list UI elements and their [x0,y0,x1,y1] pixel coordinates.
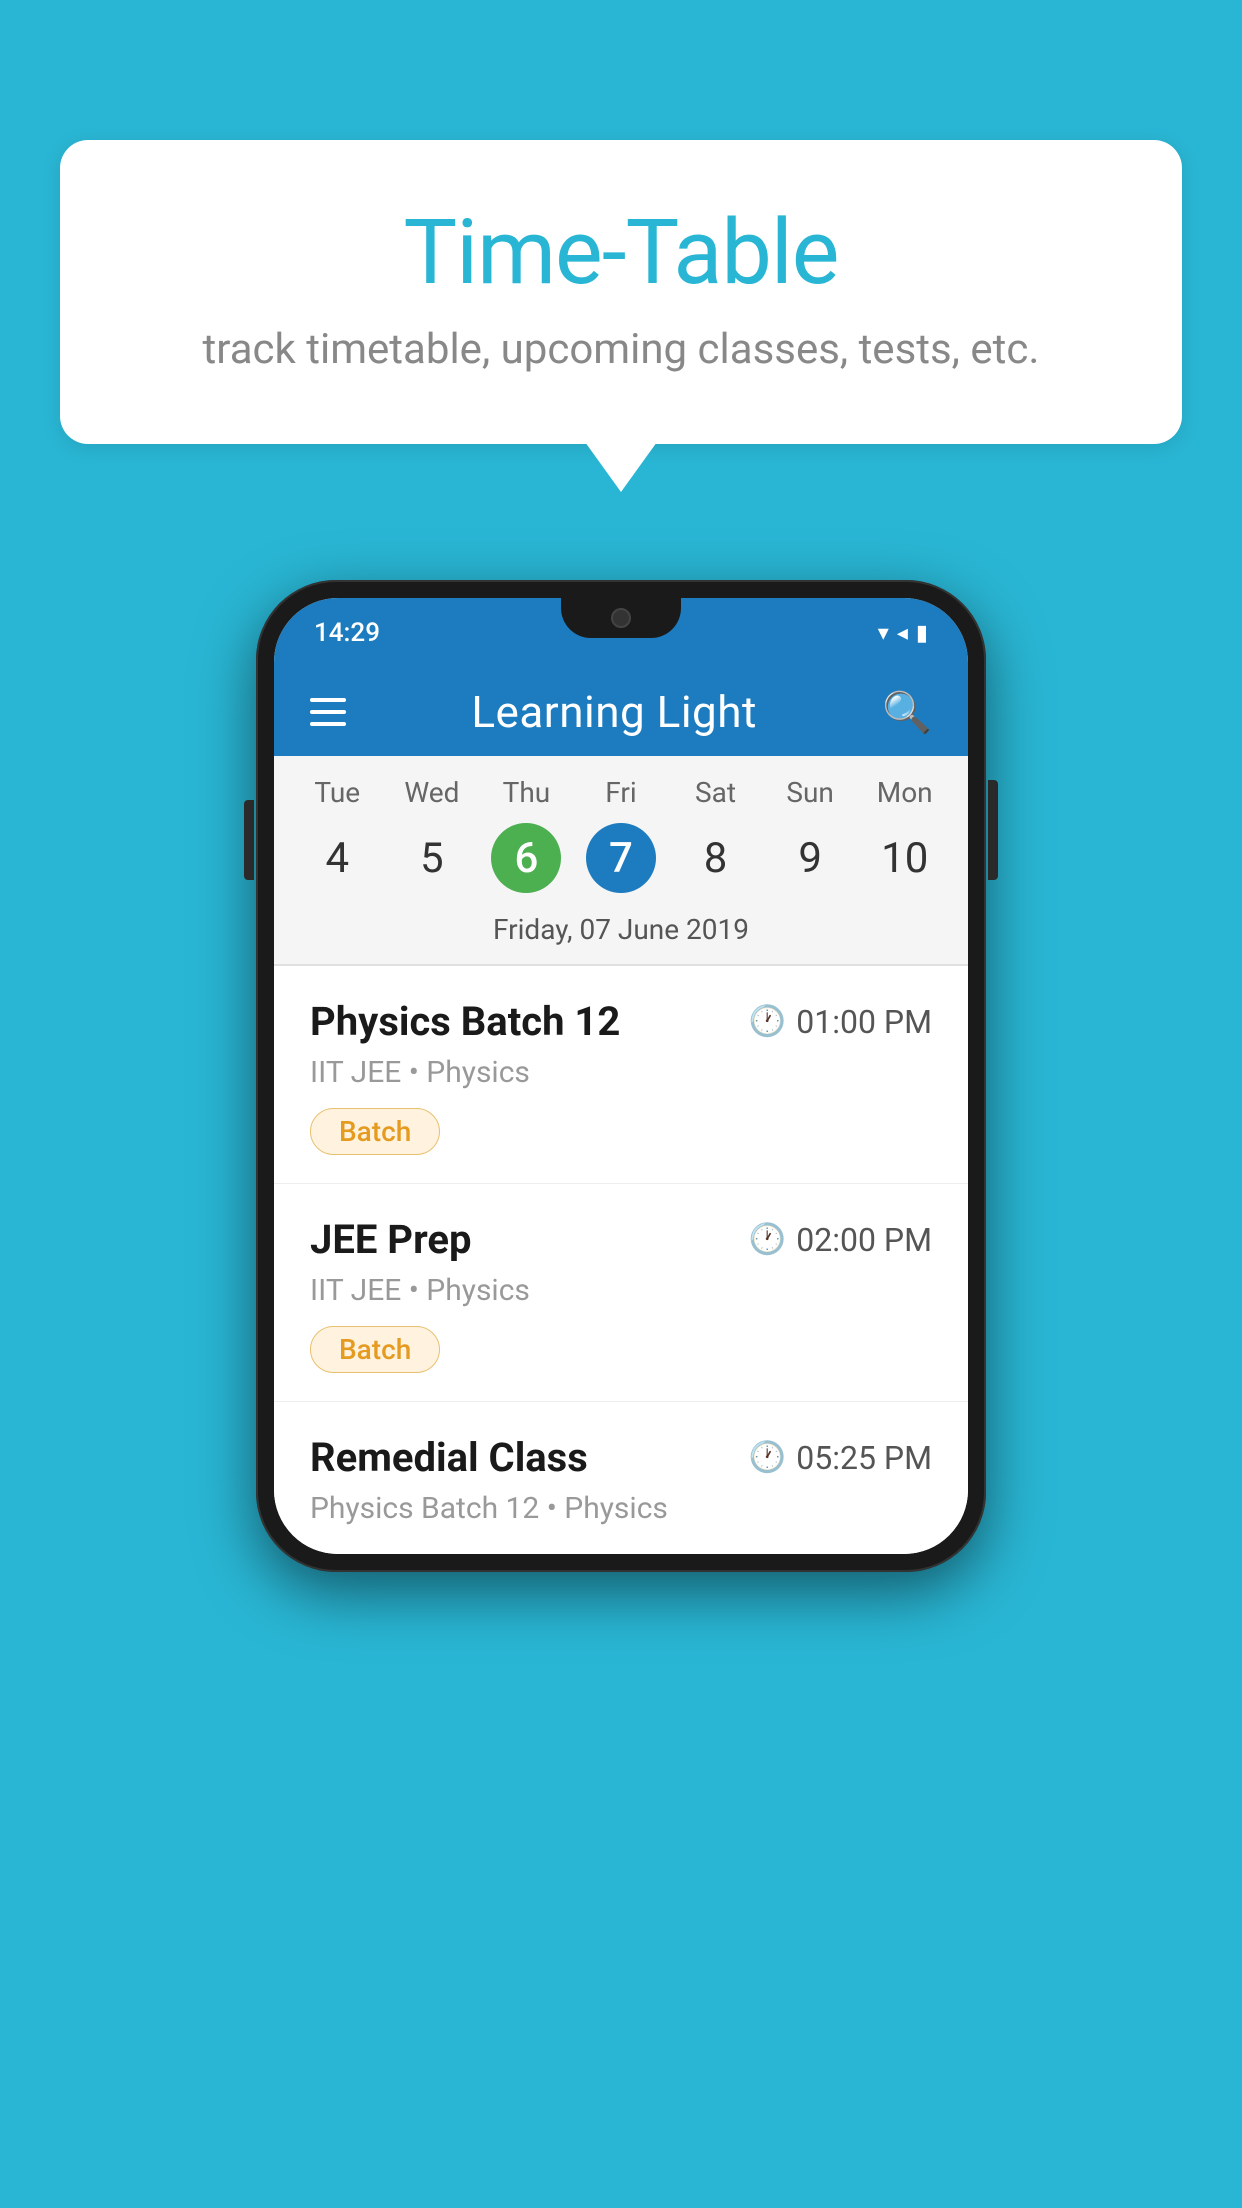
clock-icon-3: 🕐 [749,1440,786,1475]
event-time-2: 🕐 02:00 PM [749,1221,932,1259]
event-meta-1: IIT JEE • Physics [310,1055,932,1090]
event-meta-3: Physics Batch 12 • Physics [310,1491,932,1526]
day-fri: Fri [574,776,669,809]
speech-bubble-title: Time-Table [140,200,1102,305]
hamburger-line-1 [310,698,346,702]
event-meta-2: IIT JEE • Physics [310,1273,932,1308]
speech-bubble-container: Time-Table track timetable, upcoming cla… [60,140,1182,492]
event-time-1: 🕐 01:00 PM [749,1003,932,1041]
search-button[interactable]: 🔍 [882,689,932,736]
app-header: Learning Light 🔍 [274,668,968,756]
date-7-selected[interactable]: 7 [574,823,669,893]
day-sun: Sun [763,776,858,809]
day-mon: Mon [857,776,952,809]
event-item-2[interactable]: JEE Prep 🕐 02:00 PM IIT JEE • Physics Ba… [274,1184,968,1402]
day-tue: Tue [290,776,385,809]
event-item-1[interactable]: Physics Batch 12 🕐 01:00 PM IIT JEE • Ph… [274,966,968,1184]
status-bar: 14:29 ▾ ◂ ▮ [274,598,968,668]
hamburger-line-3 [310,722,346,726]
day-wed: Wed [385,776,480,809]
signal-icon: ◂ [897,621,908,646]
speech-bubble-arrow [585,442,657,492]
wifi-icon: ▾ [878,621,889,646]
calendar-strip: Tue Wed Thu Fri Sat Sun Mon 4 5 [274,756,968,966]
event-name-2: JEE Prep [310,1216,471,1263]
event-list: Physics Batch 12 🕐 01:00 PM IIT JEE • Ph… [274,966,968,1554]
day-thu: Thu [479,776,574,809]
app-title: Learning Light [471,686,757,738]
event-time-value-2: 02:00 PM [796,1221,932,1259]
camera [611,608,631,628]
days-row: Tue Wed Thu Fri Sat Sun Mon [274,756,968,819]
date-5[interactable]: 5 [385,823,480,893]
batch-badge-1: Batch [310,1108,440,1155]
event-header-2: JEE Prep 🕐 02:00 PM [310,1216,932,1263]
clock-icon-2: 🕐 [749,1222,786,1257]
date-10[interactable]: 10 [857,823,952,893]
notch [561,598,681,638]
phone-outer: 14:29 ▾ ◂ ▮ Learning Light 🔍 [256,580,986,1572]
event-header-1: Physics Batch 12 🕐 01:00 PM [310,998,932,1045]
date-8[interactable]: 8 [668,823,763,893]
event-name-3: Remedial Class [310,1434,588,1481]
clock-icon-1: 🕐 [749,1004,786,1039]
hamburger-menu-button[interactable] [310,698,346,726]
day-sat: Sat [668,776,763,809]
battery-icon: ▮ [916,621,928,646]
status-time: 14:29 [314,618,380,648]
event-time-3: 🕐 05:25 PM [749,1439,932,1477]
date-6-today[interactable]: 6 [479,823,574,893]
dates-row: 4 5 6 7 8 9 [274,819,968,909]
selected-date-label: Friday, 07 June 2019 [274,909,968,964]
batch-badge-2: Batch [310,1326,440,1373]
date-9[interactable]: 9 [763,823,858,893]
event-header-3: Remedial Class 🕐 05:25 PM [310,1434,932,1481]
status-icons: ▾ ◂ ▮ [878,621,928,646]
event-time-value-3: 05:25 PM [796,1439,932,1477]
date-4[interactable]: 4 [290,823,385,893]
event-time-value-1: 01:00 PM [796,1003,932,1041]
event-item-3[interactable]: Remedial Class 🕐 05:25 PM Physics Batch … [274,1402,968,1554]
speech-bubble-subtitle: track timetable, upcoming classes, tests… [140,325,1102,374]
speech-bubble: Time-Table track timetable, upcoming cla… [60,140,1182,444]
phone-screen: 14:29 ▾ ◂ ▮ Learning Light 🔍 [274,598,968,1554]
event-name-1: Physics Batch 12 [310,998,620,1045]
hamburger-line-2 [310,710,346,714]
phone-mockup: 14:29 ▾ ◂ ▮ Learning Light 🔍 [256,580,986,1572]
